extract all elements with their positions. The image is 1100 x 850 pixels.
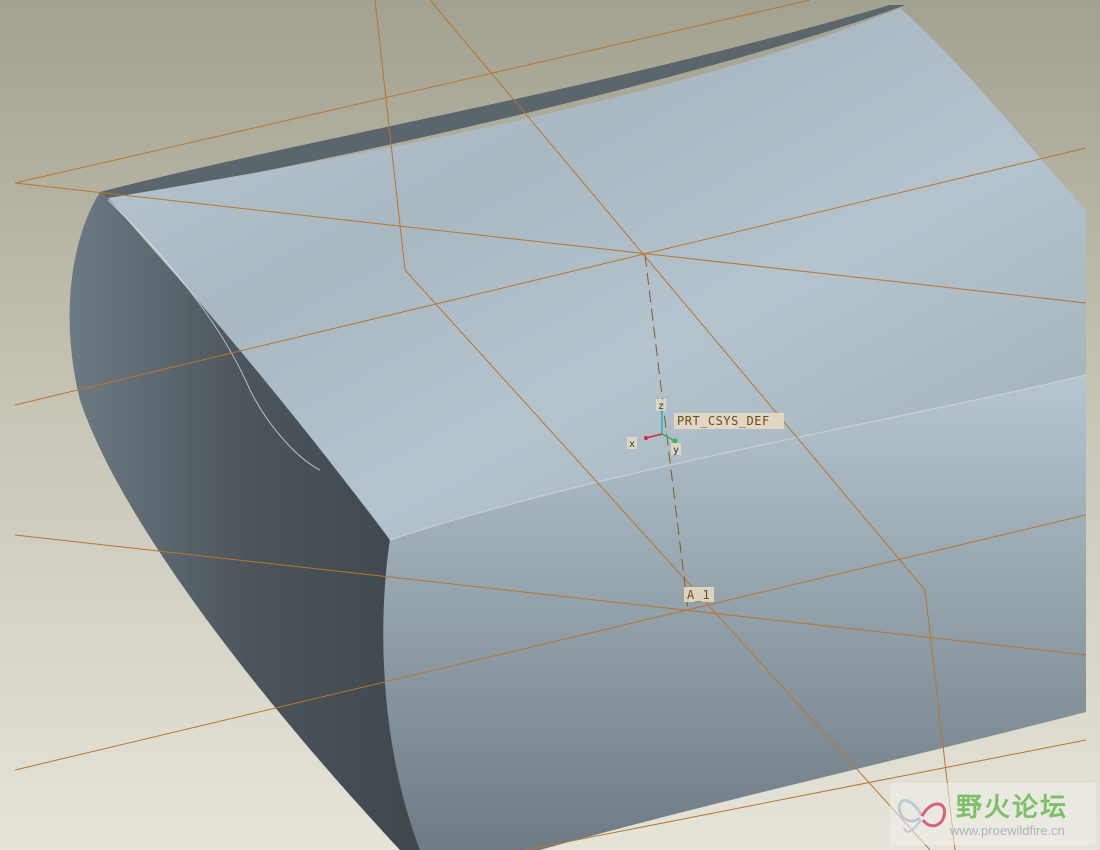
axis-label-a1[interactable]: A_1: [684, 587, 714, 602]
csys-name-label: PRT_CSYS_DEF: [677, 414, 770, 428]
axis-label-text: A_1: [687, 588, 710, 602]
watermark-url: www.proewildfire.cn: [950, 823, 1065, 838]
butterfly-logo-icon: [897, 799, 947, 833]
csys-y-label: y: [673, 445, 679, 456]
csys-x-label: x: [629, 439, 635, 450]
watermark-title: 野火论坛: [956, 793, 1069, 823]
csys-z-label: z: [658, 401, 664, 412]
cad-3d-viewport[interactable]: A_1 z x y PRT_CSYS_DEF: [0, 0, 1100, 850]
forum-watermark: 野火论坛 www.proewildfire.cn: [890, 783, 1096, 845]
